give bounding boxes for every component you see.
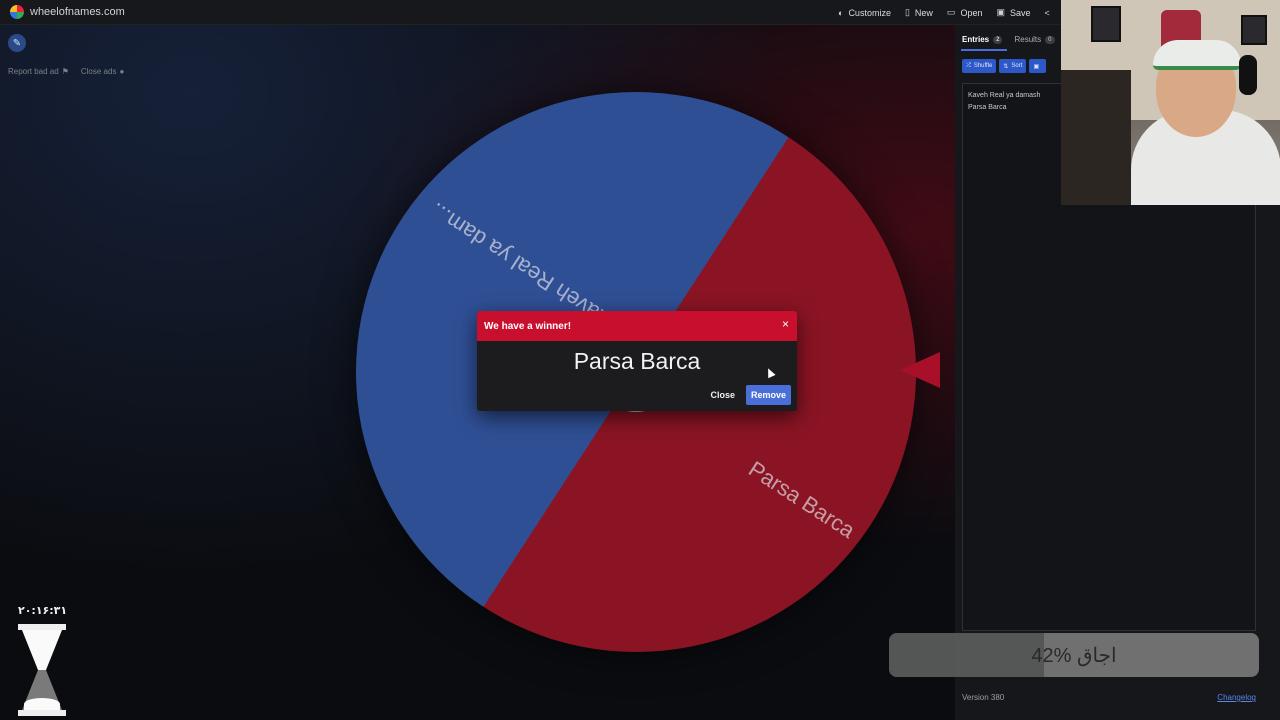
progress-text: 42% اجاق [1031, 644, 1117, 667]
close-icon[interactable]: × [782, 317, 789, 331]
palette-icon: ◐ [838, 7, 844, 18]
share-icon[interactable]: < [1045, 8, 1050, 18]
site-logo[interactable]: wheelofnames.com [10, 5, 125, 19]
info-icon: ● [119, 67, 125, 76]
site-name: wheelofnames.com [30, 6, 125, 18]
save-icon: ▣ [996, 7, 1005, 17]
new-button[interactable]: ▯ New [905, 7, 933, 18]
version-label: Version 380 [962, 693, 1005, 702]
hourglass-icon [18, 624, 66, 716]
shuffle-button[interactable]: ⤮ Shuffle [962, 59, 997, 73]
open-button[interactable]: ▭ Open [947, 7, 983, 18]
add-image-button[interactable]: ▣ [1029, 59, 1047, 73]
ad-links: Report bad ad ⚑ Close ads ● [8, 67, 124, 76]
dialog-header: We have a winner! × [477, 311, 797, 341]
new-file-icon: ▯ [904, 7, 910, 17]
remove-button[interactable]: Remove [745, 385, 791, 405]
winner-name: Parsa Barca [573, 348, 701, 374]
entries-toolbar: ⤮ Shuffle ⇅ Sort ▣ [962, 59, 1047, 73]
save-button[interactable]: ▣ Save [996, 7, 1030, 18]
webcam-overlay [1061, 0, 1280, 205]
panel-tabs: Entries 2 Results 0 [962, 35, 1055, 44]
shuffle-icon: ⤮ [966, 62, 971, 69]
top-menu: ◐ Customize ▯ New ▭ Open ▣ Save < [838, 0, 1050, 25]
image-icon: ▣ [1033, 63, 1040, 70]
folder-icon: ▭ [946, 7, 956, 17]
flag-icon: ⚑ [61, 67, 69, 76]
results-count-badge: 0 [1045, 35, 1055, 44]
wheel-pointer-icon [900, 352, 940, 388]
dialog-title: We have a winner! [484, 320, 572, 332]
stream-timer: ۲۰:۱۶:۳۱ [18, 604, 68, 617]
dialog-actions: Close Remove [705, 385, 791, 405]
close-button[interactable]: Close [705, 385, 740, 405]
report-ad-link[interactable]: Report bad ad ⚑ [8, 67, 69, 76]
wheel-logo-icon [10, 5, 24, 19]
progress-bar: 42% اجاق [889, 633, 1259, 677]
edit-icon[interactable]: ✎ [8, 34, 26, 52]
entries-count-badge: 2 [993, 35, 1003, 44]
sort-button[interactable]: ⇅ Sort [999, 59, 1027, 73]
changelog-link[interactable]: Changelog [1217, 693, 1256, 702]
customize-button[interactable]: ◐ Customize [838, 8, 891, 18]
close-ads-link[interactable]: Close ads ● [81, 67, 124, 76]
winner-dialog: We have a winner! × Parsa Barca Close Re… [477, 311, 797, 411]
tab-entries[interactable]: Entries 2 [962, 35, 1003, 44]
sort-icon: ⇅ [1003, 63, 1009, 70]
active-tab-indicator [961, 49, 1007, 51]
tab-results[interactable]: Results 0 [1014, 35, 1055, 44]
